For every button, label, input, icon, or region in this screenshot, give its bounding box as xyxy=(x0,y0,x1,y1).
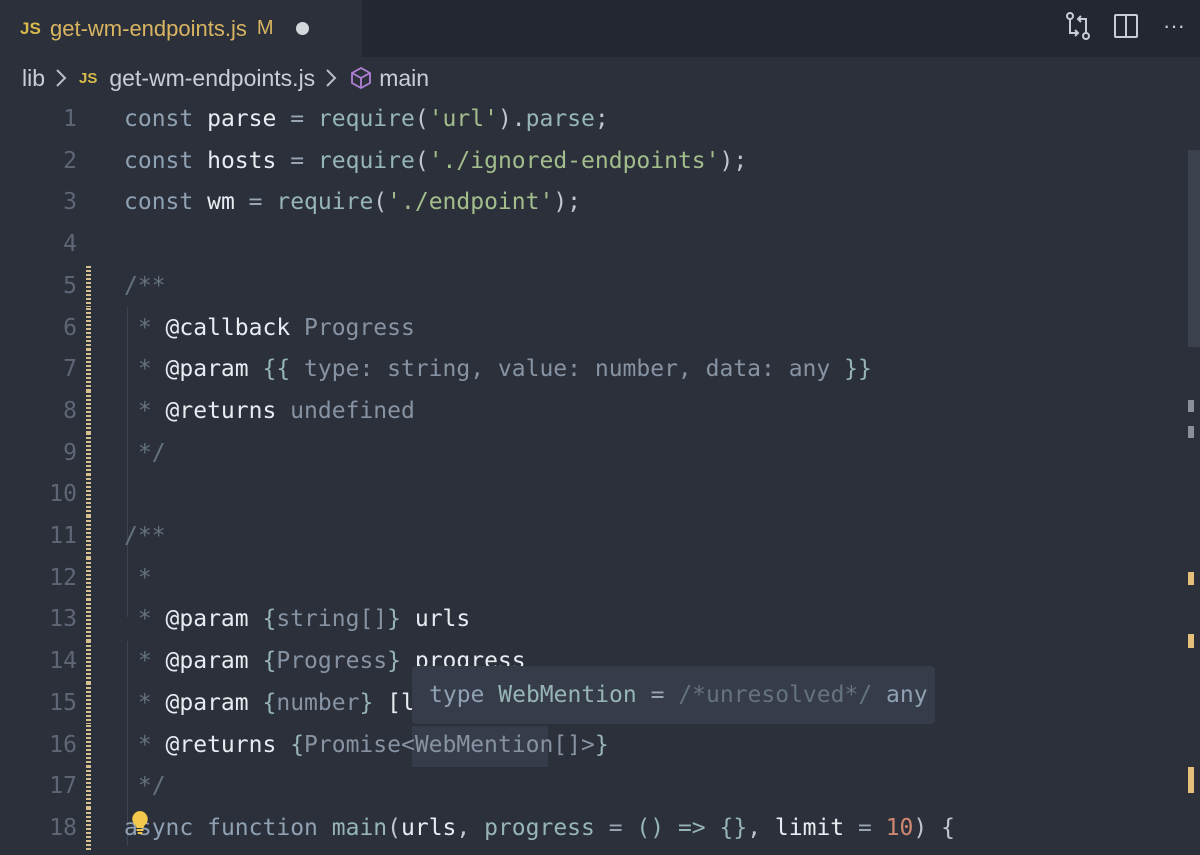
code-text: const parse = require('url').parse; xyxy=(124,106,609,132)
code-line: 9 */ xyxy=(0,432,1180,475)
modified-gutter-marker[interactable] xyxy=(86,557,91,600)
line-number: 14 xyxy=(49,648,77,675)
code-line: 7 * @param {{ type: string, value: numbe… xyxy=(0,349,1180,391)
scrollbar-thumb[interactable] xyxy=(1188,150,1200,347)
js-file-icon: JS xyxy=(20,18,41,38)
code-line: 12 * xyxy=(0,557,1180,600)
code-line: 4 xyxy=(0,224,1180,266)
lightbulb-icon[interactable] xyxy=(131,810,149,836)
overview-marker xyxy=(1188,634,1194,648)
code-text: * @returns undefined xyxy=(124,397,415,424)
code-line: 18 async function main(urls, progress = … xyxy=(0,807,1180,850)
modified-gutter-marker[interactable] xyxy=(86,807,91,850)
modified-gutter-marker[interactable] xyxy=(86,474,91,516)
code-line: 8 * @returns undefined xyxy=(0,390,1180,433)
code-line: 5 /** xyxy=(0,265,1180,308)
modified-gutter-marker[interactable] xyxy=(86,599,91,642)
line-number: 11 xyxy=(49,523,77,549)
code-line: 2 const hosts = require('./ignored-endpo… xyxy=(0,141,1180,183)
code-text: * @param {string[]} urls xyxy=(124,606,471,633)
line-number: 6 xyxy=(63,314,77,341)
line-number: 4 xyxy=(63,231,77,258)
code-line: 16 * @returns {Promise<WebMention[]>} xyxy=(0,724,1180,767)
code-text: */ xyxy=(124,439,166,466)
modified-status: M xyxy=(256,17,274,39)
code-line: 3 const wm = require('./endpoint'); xyxy=(0,182,1180,224)
modified-gutter-marker[interactable] xyxy=(86,390,91,433)
js-file-icon: JS xyxy=(79,69,98,87)
unsaved-dot-icon[interactable] xyxy=(295,22,309,35)
code-text: */ xyxy=(124,773,166,800)
code-text: async function main(urls, progress = () … xyxy=(124,814,955,841)
breadcrumb-file[interactable]: get-wm-endpoints.js xyxy=(109,65,315,92)
line-number: 9 xyxy=(63,439,77,466)
modified-gutter-marker[interactable] xyxy=(86,432,91,475)
line-number: 18 xyxy=(49,814,77,841)
code-text: * @returns {Promise<WebMention[]>} xyxy=(124,731,609,758)
code-text: * @param {{ type: string, value: number,… xyxy=(124,356,872,383)
code-line: 11 /** xyxy=(0,516,1180,558)
code-editor[interactable]: 1 const parse = require('url').parse; 2 … xyxy=(0,99,1180,855)
modified-gutter-marker[interactable] xyxy=(86,307,91,350)
hover-tooltip: type WebMention = /*unresolved*/ any xyxy=(412,666,935,724)
line-number: 3 xyxy=(63,189,77,216)
overview-marker xyxy=(1188,426,1194,438)
line-number: 12 xyxy=(49,564,77,591)
line-number: 1 xyxy=(63,106,77,132)
overview-marker xyxy=(1188,400,1194,412)
code-text: /** xyxy=(124,523,166,549)
tab-get-wm-endpoints[interactable]: JS get-wm-endpoints.js M xyxy=(0,0,362,57)
split-editor-icon[interactable] xyxy=(1112,10,1140,42)
modified-gutter-marker[interactable] xyxy=(86,766,91,808)
overview-marker xyxy=(1188,767,1194,793)
overview-marker xyxy=(1188,572,1194,585)
code-text: /** xyxy=(124,272,166,299)
chevron-right-icon xyxy=(55,68,69,88)
line-number: 10 xyxy=(49,481,77,508)
code-line: 13 * @param {string[]} urls xyxy=(0,599,1180,642)
line-number: 7 xyxy=(63,356,77,383)
code-line: 10 xyxy=(0,474,1180,516)
modified-gutter-marker[interactable] xyxy=(86,349,91,391)
compare-changes-icon[interactable] xyxy=(1064,10,1092,42)
tab-filename: get-wm-endpoints.js xyxy=(50,15,247,41)
tab-bar: JS get-wm-endpoints.js M ··· xyxy=(0,0,1200,57)
code-text: const hosts = require('./ignored-endpoin… xyxy=(124,147,748,174)
line-number: 17 xyxy=(49,773,77,800)
code-text: * xyxy=(124,564,152,591)
more-actions-icon[interactable]: ··· xyxy=(1160,10,1188,42)
line-number: 13 xyxy=(49,606,77,633)
code-line: 6 * @callback Progress xyxy=(0,307,1180,350)
breadcrumb-symbol[interactable]: main xyxy=(379,65,429,92)
breadcrumb: lib JS get-wm-endpoints.js main xyxy=(0,57,1200,99)
chevron-right-icon xyxy=(325,68,339,88)
editor-actions: ··· xyxy=(1064,10,1188,42)
modified-gutter-marker[interactable] xyxy=(86,641,91,683)
modified-gutter-marker[interactable] xyxy=(86,682,91,725)
code-text: const wm = require('./endpoint'); xyxy=(124,189,582,216)
symbol-method-icon xyxy=(349,66,373,90)
line-number: 15 xyxy=(49,689,77,716)
line-number: 2 xyxy=(63,147,77,174)
modified-gutter-marker[interactable] xyxy=(86,724,91,767)
modified-gutter-marker[interactable] xyxy=(86,516,91,558)
code-line: 17 */ xyxy=(0,766,1180,808)
code-text: * @callback Progress xyxy=(124,314,415,341)
line-number: 5 xyxy=(63,272,77,299)
breadcrumb-folder[interactable]: lib xyxy=(22,65,45,92)
line-number: 8 xyxy=(63,397,77,424)
modified-gutter-marker[interactable] xyxy=(86,265,91,308)
vertical-scrollbar[interactable] xyxy=(1186,99,1200,855)
code-text: * @param {number} [l xyxy=(124,689,415,716)
code-line: 1 const parse = require('url').parse; xyxy=(0,99,1180,141)
line-number: 16 xyxy=(49,731,77,758)
